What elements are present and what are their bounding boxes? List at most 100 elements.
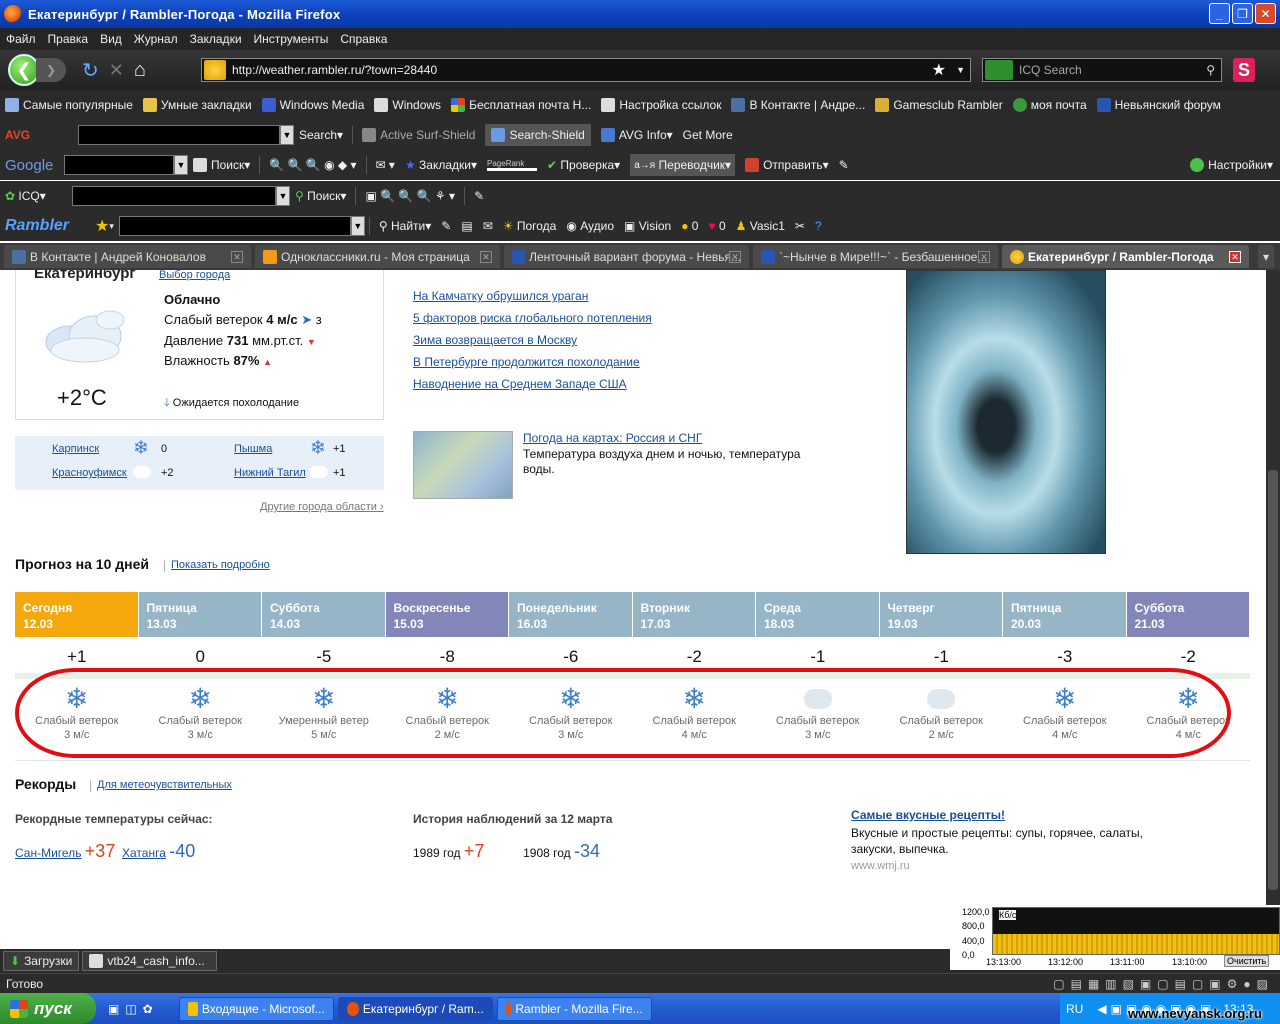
tab-close-icon[interactable]: ✕ [978, 250, 990, 263]
weather-map-thumbnail[interactable] [413, 431, 513, 499]
menu-help[interactable]: Справка [340, 32, 387, 46]
maximize-button[interactable]: ❐ [1232, 3, 1253, 24]
rambler-tool-icon[interactable]: ▤ [461, 219, 472, 233]
language-indicator[interactable]: RU [1066, 1002, 1083, 1016]
menu-view[interactable]: Вид [100, 32, 122, 46]
region-city-link[interactable]: Пышма [234, 443, 272, 455]
forecast-day[interactable]: Суббота 14.03 [262, 592, 386, 637]
forecast-details-link[interactable]: Показать подробно [171, 559, 270, 571]
tab-close-icon[interactable]: ✕ [480, 250, 492, 263]
forecast-day[interactable]: Вторник 17.03 [632, 592, 756, 637]
bookmark-windows[interactable]: Windows [374, 98, 441, 112]
icq-search-dropdown[interactable]: ▼ [276, 186, 290, 206]
weather-map-link[interactable]: Погода на картах: Россия и СНГ [523, 431, 702, 445]
news-link[interactable]: Наводнение на Среднем Западе США [413, 377, 627, 391]
news-link[interactable]: 5 факторов риска глобального потепления [413, 311, 652, 325]
google-search-dropdown[interactable]: ▼ [174, 155, 188, 175]
quick-launch-icons[interactable]: ▣◫✿ [108, 1002, 159, 1016]
bookmark-forum[interactable]: Невьянский форум [1096, 98, 1221, 112]
home-icon[interactable]: ⌂ [134, 59, 146, 82]
forecast-day[interactable]: Пятница 20.03 [1003, 592, 1127, 637]
start-button[interactable]: пуск [0, 993, 96, 1024]
avg-search-input[interactable] [78, 125, 280, 145]
menu-bookmarks[interactable]: Закладки [190, 32, 242, 46]
icq-search-button[interactable]: ⚲ Поиск ▾ [295, 189, 346, 203]
region-city-link[interactable]: Карпинск [52, 443, 99, 455]
gmail-icon[interactable]: ✉ ▾ [376, 158, 395, 172]
rambler-mail-icon[interactable]: ✉ [483, 219, 493, 233]
ad-title-link[interactable]: Самые вкусные рецепты! [851, 808, 1005, 822]
minimize-button[interactable]: _ [1209, 3, 1230, 24]
cold-city-link[interactable]: Хатанга [122, 846, 166, 860]
url-dropdown-icon[interactable]: ▼ [956, 65, 965, 75]
rambler-user[interactable]: ♟ Vasic1 [736, 219, 785, 233]
google-check[interactable]: ✔ Проверка ▾ [547, 158, 620, 172]
stop-icon[interactable]: ✕ [109, 60, 124, 81]
rambler-audio[interactable]: ◉ Аудио [566, 219, 614, 233]
s-addon-icon[interactable]: S [1233, 58, 1255, 82]
menu-tools[interactable]: Инструменты [254, 32, 329, 46]
magnifier-icon[interactable]: ⚲ [1206, 63, 1215, 77]
region-city-link[interactable]: Нижний Тагил [234, 467, 306, 479]
google-tools-icons[interactable]: 🔍 🔍 🔍 ◉ ◆ ▾ [269, 158, 356, 172]
tab-close-icon[interactable]: ✕ [729, 250, 741, 263]
tab-rambler-weather[interactable]: Екатеринбург / Rambler-Погода ✕ [1002, 245, 1249, 268]
graph-clear-button[interactable]: Очистить [1224, 955, 1270, 967]
tab-close-icon[interactable]: ✕ [231, 250, 243, 263]
forecast-day[interactable]: Понедельник 16.03 [509, 592, 633, 637]
rambler-highlight-icon[interactable]: ✎ [441, 219, 451, 233]
google-settings[interactable]: Настройки ▾ [1190, 158, 1273, 172]
tab-forum-thread[interactable]: `~Нынче в Мире!!!~` - Безбашенное... ✕ [753, 245, 998, 268]
tab-odnoklassniki[interactable]: Одноклассники.ru - Моя страница ✕ [255, 245, 500, 268]
avg-info-button[interactable]: AVG Info ▾ [600, 128, 673, 142]
lion-banner-image[interactable] [906, 270, 1106, 554]
star-icon[interactable]: ★ ▾ [95, 216, 114, 236]
forecast-day[interactable]: Воскресенье 15.03 [385, 592, 509, 637]
bookmark-mail[interactable]: Бесплатная почта Н... [451, 98, 591, 112]
tab-vkontakte[interactable]: В Контакте | Андрей Коновалов ✕ [4, 245, 251, 268]
news-link[interactable]: В Петербурге продолжится похолодание [413, 355, 640, 369]
forecast-day[interactable]: Среда 18.03 [756, 592, 880, 637]
rambler-vision[interactable]: ▣ Vision [624, 219, 671, 233]
other-cities-link[interactable]: Другие города области › [260, 501, 384, 513]
rambler-tools-icon[interactable]: ✂ [795, 219, 805, 233]
bookmark-links[interactable]: Настройка ссылок [601, 98, 721, 112]
forecast-day[interactable]: Суббота 21.03 [1126, 592, 1250, 637]
menu-history[interactable]: Журнал [134, 32, 178, 46]
forecast-day[interactable]: Четверг 19.03 [879, 592, 1003, 637]
news-link[interactable]: На Камчатку обрушился ураган [413, 289, 588, 303]
avg-get-more[interactable]: Get More [683, 128, 733, 142]
icq-tool-icons[interactable]: ▣ 🔍 🔍 🔍 ⚘ ▾ [365, 189, 455, 203]
bookmark-vkontakte[interactable]: В Контакте | Андре... [731, 98, 865, 112]
forward-button[interactable]: ❯ [36, 58, 66, 82]
downloads-button[interactable]: ⬇ Загрузки [3, 951, 80, 971]
tab-forum-feed[interactable]: Ленточный вариант форума - Невья... ✕ [504, 245, 749, 268]
tab-close-icon[interactable]: ✕ [1229, 250, 1241, 263]
icq-pen-icon[interactable]: ✎ [474, 189, 484, 203]
records-sensitive-link[interactable]: Для метеочувствительных [97, 779, 232, 791]
scrollbar-thumb[interactable] [1268, 470, 1278, 890]
vertical-scrollbar[interactable] [1266, 270, 1280, 949]
avg-search-shield[interactable]: Search-Shield [485, 124, 591, 146]
google-search-input[interactable] [64, 155, 174, 175]
bookmark-gamesclub[interactable]: Gamesclub Rambler [875, 98, 1003, 112]
reload-icon[interactable]: ↻ [82, 58, 99, 83]
icq-flower-icon[interactable] [985, 60, 1013, 80]
bookmark-windows-media[interactable]: Windows Media [261, 98, 364, 112]
url-bar[interactable]: http://weather.rambler.ru/?town=28440 ★ … [201, 58, 971, 82]
star-bookmark-icon[interactable]: ★ [932, 60, 946, 80]
forecast-day[interactable]: Пятница 13.03 [138, 592, 262, 637]
rambler-search-input[interactable] [118, 216, 351, 236]
avg-search-dropdown[interactable]: ▼ [280, 125, 294, 145]
avg-surf-shield[interactable]: Active Surf-Shield [362, 128, 475, 142]
taskbar-firefox-rambler[interactable]: Rambler - Mozilla Fire... [496, 996, 652, 1021]
taskbar-outlook[interactable]: Входящие - Microsof... [178, 996, 334, 1021]
region-city-link[interactable]: Красноуфимск [52, 467, 127, 479]
icq-search-input[interactable] [72, 186, 276, 206]
rambler-counter-1[interactable]: ● 0 [681, 219, 698, 233]
bookmark-mymail[interactable]: моя почта [1012, 98, 1087, 112]
eraser-icon[interactable]: ✎ [839, 158, 849, 172]
taskbar-firefox-weather[interactable]: Екатеринбург / Ram... [337, 996, 493, 1021]
google-search-button[interactable]: Поиск ▾ [193, 158, 250, 172]
bookmark-popular[interactable]: Самые популярные [5, 98, 133, 112]
